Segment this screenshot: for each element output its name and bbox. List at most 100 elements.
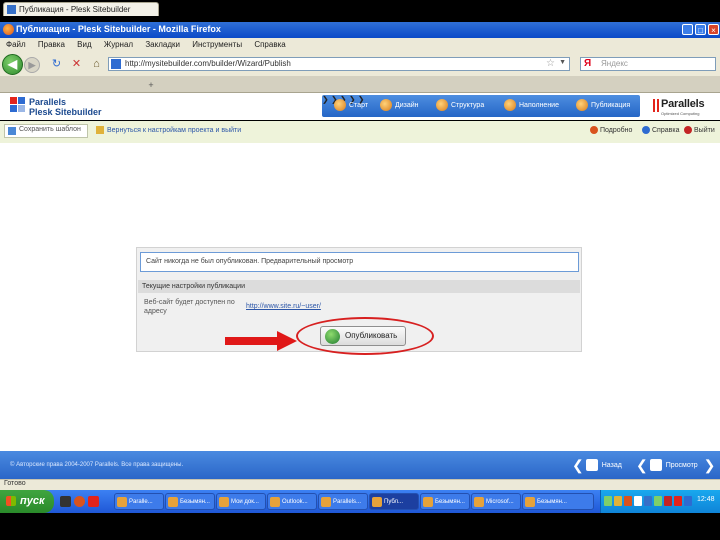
- tray-icon[interactable]: [624, 496, 632, 506]
- task-label: Paralle...: [129, 499, 153, 505]
- taskbar-item[interactable]: Мои док...: [216, 493, 266, 510]
- chevron-left-icon: ❮: [572, 457, 584, 473]
- step-chevron-icon: ❯: [322, 95, 329, 104]
- task-icon: [525, 497, 535, 507]
- taskbar-item[interactable]: Microsof...: [471, 493, 521, 510]
- bookmark-star-icon[interactable]: ☆: [546, 58, 555, 69]
- firefox-icon: [3, 24, 14, 35]
- step-design-icon: [380, 99, 392, 112]
- maximize-button[interactable]: □: [695, 24, 706, 35]
- preview-icon: [649, 459, 662, 471]
- parallels-bars-icon: [653, 99, 659, 112]
- back-step-label: Назад: [601, 461, 622, 469]
- quicklaunch-firefox-icon[interactable]: [74, 496, 85, 507]
- url-dropdown-icon[interactable]: ▼: [559, 59, 566, 66]
- back-button[interactable]: ◀: [2, 54, 23, 75]
- help-label: Справка: [652, 126, 680, 134]
- tab-publication[interactable]: Публикация - Plesk Sitebuilder: [3, 2, 159, 16]
- url-text: http://mysitebuilder.com/builder/Wizard/…: [125, 59, 291, 68]
- parallels-logo-tagline: Optimized Computing: [661, 111, 700, 116]
- yandex-logo-icon: Я: [584, 58, 592, 69]
- logout-button[interactable]: Выйти: [684, 126, 715, 134]
- step-content-icon: [504, 99, 516, 112]
- taskbar-item[interactable]: Parallels...: [318, 493, 368, 510]
- step-content[interactable]: Наполнение: [504, 95, 559, 117]
- product-name: Parallels Plesk Sitebuilder: [29, 97, 102, 117]
- tray-icon[interactable]: [614, 496, 622, 506]
- step-start-icon: [334, 99, 346, 112]
- step-design-label: Дизайн: [395, 102, 419, 109]
- tray-icon[interactable]: [654, 496, 662, 506]
- menu-history[interactable]: Журнал: [104, 38, 133, 51]
- menu-bar: Файл Правка Вид Журнал Закладки Инструме…: [0, 38, 720, 52]
- task-label: Безымян...: [435, 499, 465, 505]
- close-button[interactable]: ×: [708, 24, 719, 35]
- logout-icon: [684, 126, 692, 134]
- home-icon[interactable]: ⌂: [90, 58, 103, 70]
- annotation-ellipse: [296, 317, 434, 355]
- step-publish-label: Публикация: [591, 102, 631, 109]
- tray-icon[interactable]: [664, 496, 672, 506]
- menu-help[interactable]: Справка: [254, 38, 285, 51]
- quicklaunch-parallels-icon[interactable]: [88, 496, 99, 507]
- brand-line1: Parallels: [29, 97, 67, 107]
- taskbar-item[interactable]: Outlook...: [267, 493, 317, 510]
- stop-icon[interactable]: ✕: [70, 58, 83, 70]
- new-tab-button[interactable]: +: [146, 80, 156, 90]
- save-template-button[interactable]: Сохранить шаблон: [4, 124, 88, 138]
- site-address-link[interactable]: http://www.site.ru/~user/: [246, 303, 321, 310]
- settings-title: Текущие настройки публикации: [142, 283, 246, 290]
- step-structure-label: Структура: [451, 102, 485, 109]
- menu-bookmarks[interactable]: Закладки: [145, 38, 180, 51]
- save-template-label: Сохранить шаблон: [19, 126, 81, 133]
- quicklaunch-terminal-icon[interactable]: [60, 496, 71, 507]
- window-titlebar: Публикация - Plesk Sitebuilder - Mozilla…: [0, 22, 720, 38]
- start-button[interactable]: пуск: [0, 490, 54, 513]
- url-bar[interactable]: http://mysitebuilder.com/builder/Wizard/…: [108, 57, 570, 71]
- tab-strip: [0, 76, 720, 93]
- menu-tools[interactable]: Инструменты: [192, 38, 242, 51]
- preview-button[interactable]: ❮ Просмотр ❯: [636, 455, 715, 475]
- annotation-arrow-icon: [225, 331, 297, 351]
- navigation-toolbar: ◀ ▶ ↻ ✕ ⌂ http://mysitebuilder.com/build…: [0, 51, 720, 77]
- reload-icon[interactable]: ↻: [50, 58, 63, 70]
- minimize-button[interactable]: _: [682, 24, 693, 35]
- menu-edit[interactable]: Правка: [38, 38, 65, 51]
- step-publish[interactable]: Публикация: [576, 95, 630, 117]
- menu-view[interactable]: Вид: [77, 38, 91, 51]
- tab-favicon-icon: [7, 5, 16, 14]
- task-icon: [117, 497, 127, 507]
- tray-network-icon[interactable]: [604, 496, 612, 506]
- taskbar-item[interactable]: Безымян...: [420, 493, 470, 510]
- tray-icon[interactable]: [644, 496, 652, 506]
- search-box[interactable]: Я Яндекс: [580, 57, 716, 71]
- tray-icon[interactable]: [674, 496, 682, 506]
- taskbar-item[interactable]: Безымян...: [165, 493, 215, 510]
- screen-border-bottom: [0, 513, 720, 540]
- preview-label: Просмотр: [665, 461, 698, 469]
- taskbar-item[interactable]: Безымян...: [522, 493, 594, 510]
- clock[interactable]: 12:48: [697, 496, 715, 503]
- help-button[interactable]: Справка: [642, 126, 679, 134]
- step-start-label: Старт: [349, 102, 369, 109]
- taskbar-item-active[interactable]: Публ...: [369, 493, 419, 510]
- forward-button[interactable]: ▶: [24, 57, 40, 73]
- task-icon: [168, 497, 178, 507]
- step-design[interactable]: Дизайн: [380, 95, 419, 117]
- taskbar-item[interactable]: Paralle...: [114, 493, 164, 510]
- step-structure[interactable]: Структура: [436, 95, 484, 117]
- return-to-settings-link[interactable]: Вернуться к настройкам проекта и выйти: [96, 126, 241, 134]
- tray-icon[interactable]: [634, 496, 642, 506]
- menu-file[interactable]: Файл: [6, 38, 26, 51]
- step-start[interactable]: Старт: [334, 95, 368, 117]
- back-step-button[interactable]: ❮ Назад: [572, 455, 622, 475]
- task-icon: [321, 497, 331, 507]
- step-structure-icon: [436, 99, 448, 112]
- parallels-logo-name: Parallels: [661, 98, 705, 110]
- task-icon: [474, 497, 484, 507]
- details-button[interactable]: Подробно: [590, 126, 632, 134]
- back-step-icon: [585, 459, 598, 471]
- task-label: Безымян...: [537, 499, 567, 505]
- sitebuilder-logo-icon: [10, 97, 25, 115]
- tray-volume-icon[interactable]: [684, 496, 692, 506]
